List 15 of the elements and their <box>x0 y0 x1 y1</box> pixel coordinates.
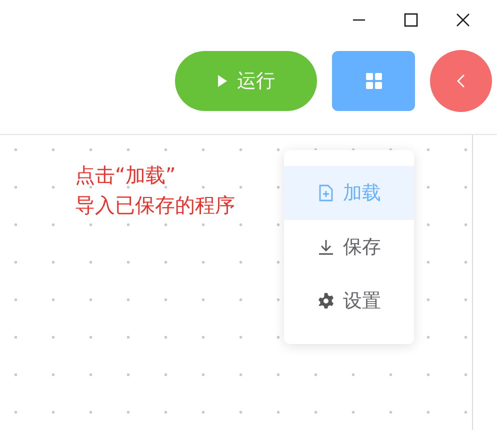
document-plus-icon <box>317 184 335 202</box>
menu-item[interactable]: 保存 <box>284 220 414 274</box>
grid-icon <box>366 73 382 89</box>
download-icon <box>317 238 335 256</box>
chevron-left-icon <box>457 74 465 88</box>
menu-item-label: 设置 <box>343 289 381 314</box>
annotation-text: 导入已保存的程序 <box>75 192 235 219</box>
annotation-text: 点击“加载” <box>75 162 177 189</box>
settings-icon <box>317 292 335 310</box>
menu-item[interactable]: 设置 <box>284 274 414 328</box>
play-icon <box>217 75 227 87</box>
close-icon[interactable] <box>455 12 471 28</box>
menu-item-label: 保存 <box>343 235 381 260</box>
maximize-icon[interactable] <box>403 12 419 28</box>
menu-item-label: 加载 <box>343 181 381 206</box>
